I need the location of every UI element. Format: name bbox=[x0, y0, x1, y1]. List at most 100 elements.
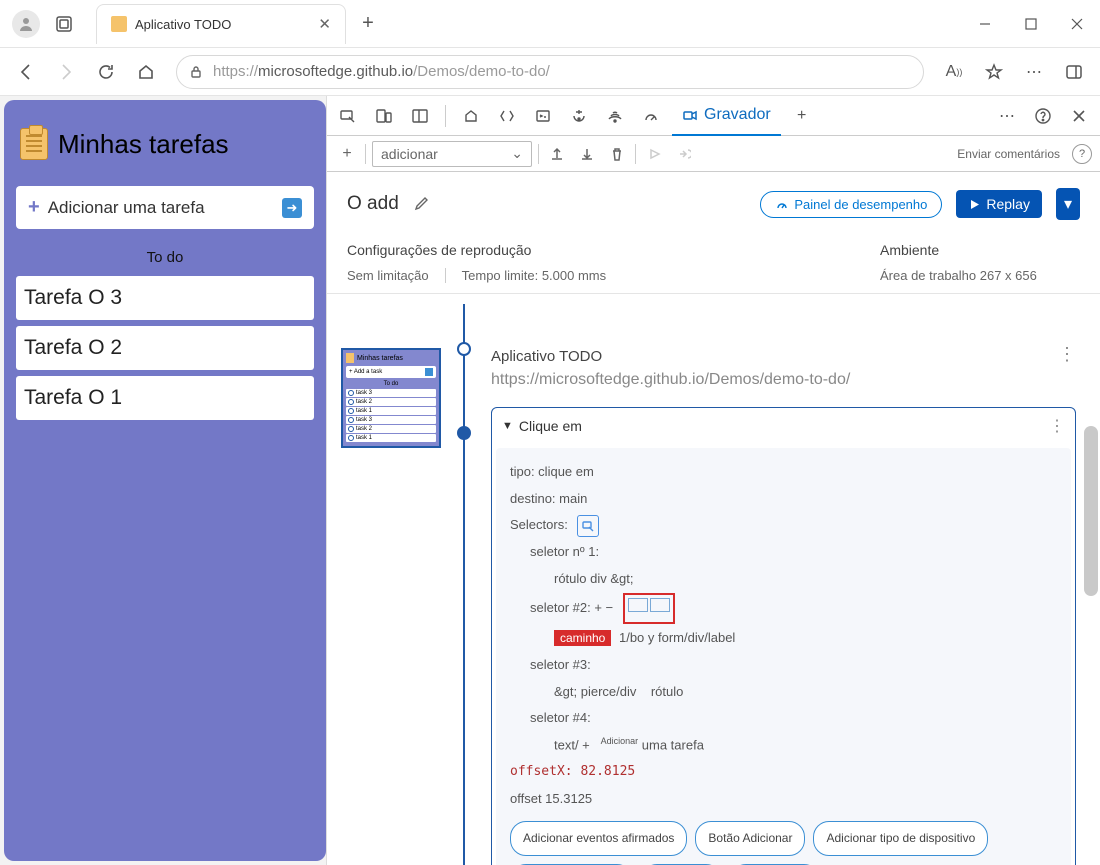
performance-tab-icon[interactable] bbox=[636, 101, 666, 131]
feedback-link[interactable]: Enviar comentários bbox=[957, 147, 1060, 161]
field-selectors: Selectors: bbox=[510, 513, 1057, 538]
selector-2-input-highlight[interactable] bbox=[623, 593, 675, 624]
delete-icon[interactable] bbox=[605, 142, 629, 166]
xpath-badge: caminho bbox=[554, 630, 611, 646]
lock-icon bbox=[189, 65, 203, 79]
forward-button bbox=[48, 54, 84, 90]
recording-dropdown[interactable]: adicionar⌄ bbox=[372, 141, 532, 167]
timeout-value[interactable]: Tempo limite: 5.000 mms bbox=[462, 268, 607, 283]
network-tab-icon[interactable] bbox=[600, 101, 630, 131]
tab-close-icon[interactable]: ✕ bbox=[318, 15, 331, 33]
clipboard-icon bbox=[20, 128, 48, 160]
timeline-line bbox=[463, 304, 465, 865]
offset-x: offsetX: 82.8125 bbox=[510, 760, 1057, 785]
recorder-tab[interactable]: Gravador bbox=[672, 96, 781, 136]
plus-icon: + bbox=[28, 196, 40, 219]
add-task-input[interactable]: + Adicionar uma tarefa ➜ bbox=[16, 186, 314, 229]
read-aloud-icon[interactable]: A)) bbox=[936, 54, 972, 90]
add-task-placeholder: Adicionar uma tarefa bbox=[48, 198, 282, 218]
task-item[interactable]: Tarefa O 2 bbox=[16, 326, 314, 370]
help-icon[interactable] bbox=[1028, 101, 1058, 131]
chip-add-button[interactable]: Botão Adicionar bbox=[695, 821, 805, 856]
sidebar-toggle-icon[interactable] bbox=[1056, 54, 1092, 90]
add-tab-button[interactable]: + bbox=[787, 101, 817, 131]
window-close-button[interactable] bbox=[1054, 4, 1100, 44]
chip-add-asserted[interactable]: Adicionar eventos afirmados bbox=[510, 821, 687, 856]
scrollbar-thumb[interactable] bbox=[1084, 426, 1098, 596]
back-button[interactable] bbox=[8, 54, 44, 90]
gauge-icon bbox=[775, 197, 789, 211]
new-recording-button[interactable]: + bbox=[335, 142, 359, 166]
window-titlebar: Aplicativo TODO ✕ + bbox=[0, 0, 1100, 48]
window-minimize-button[interactable] bbox=[962, 4, 1008, 44]
replay-settings: Configurações de reprodução Sem limitaçã… bbox=[327, 236, 1100, 294]
import-icon[interactable] bbox=[575, 142, 599, 166]
selector-4-value[interactable]: text/ + Adicionar uma tarefa bbox=[510, 733, 1057, 758]
sources-tab-icon[interactable] bbox=[564, 101, 594, 131]
feedback-help-icon[interactable]: ? bbox=[1072, 144, 1092, 164]
export-icon[interactable] bbox=[545, 142, 569, 166]
address-bar[interactable]: https://microsoftedge.github.io/Demos/de… bbox=[176, 55, 924, 89]
recording-name: O add bbox=[347, 193, 399, 215]
replay-settings-title: Configurações de reprodução bbox=[347, 242, 880, 258]
step-icon bbox=[672, 142, 696, 166]
window-maximize-button[interactable] bbox=[1008, 4, 1054, 44]
offset-y: offset 15.3125 bbox=[510, 787, 1057, 812]
task-item[interactable]: Tarefa O 1 bbox=[16, 376, 314, 420]
more-tools-icon[interactable]: ⋯ bbox=[992, 101, 1022, 131]
replay-button[interactable]: Replay bbox=[956, 190, 1042, 218]
home-button[interactable] bbox=[128, 54, 164, 90]
field-target: destino: main bbox=[510, 487, 1057, 512]
welcome-tab-icon[interactable] bbox=[456, 101, 486, 131]
device-icon[interactable] bbox=[369, 101, 399, 131]
step-click-card: ▼ Clique em ⋮ tipo: clique em destino: m… bbox=[491, 407, 1076, 865]
workspaces-icon[interactable] bbox=[50, 10, 78, 38]
timeline-node-active[interactable] bbox=[457, 426, 471, 440]
screenshot-thumbnail[interactable]: Minhas tarefas + Add a task To do task 3… bbox=[341, 348, 441, 448]
recording-timeline: Minhas tarefas + Add a task To do task 3… bbox=[327, 294, 1100, 865]
more-icon[interactable]: ⋯ bbox=[1016, 54, 1052, 90]
todo-app-panel: Minhas tarefas + Adicionar uma tarefa ➜ … bbox=[4, 100, 326, 861]
submit-task-button[interactable]: ➜ bbox=[282, 198, 302, 218]
selector-2-value[interactable]: caminho 1/bo y form/div/label bbox=[510, 626, 1057, 651]
step-url: https://microsoftedge.github.io/Demos/de… bbox=[491, 369, 1076, 407]
elements-tab-icon[interactable] bbox=[492, 101, 522, 131]
play-icon bbox=[968, 198, 981, 211]
devtools-panel: Gravador + ⋯ + adicionar⌄ Enviar comentá… bbox=[326, 96, 1100, 865]
selector-3-value[interactable]: &gt; pierce/div rótulo bbox=[510, 680, 1057, 705]
favorite-icon[interactable] bbox=[976, 54, 1012, 90]
edit-name-icon[interactable] bbox=[413, 196, 429, 212]
tab-favicon bbox=[111, 16, 127, 32]
selector-picker-icon[interactable] bbox=[577, 515, 599, 537]
console-tab-icon[interactable] bbox=[528, 101, 558, 131]
task-item[interactable]: Tarefa O 3 bbox=[16, 276, 314, 320]
performance-panel-button[interactable]: Painel de desempenho bbox=[760, 191, 942, 218]
selector-4-label: seletor #4: bbox=[510, 706, 1057, 731]
field-type: tipo: clique em bbox=[510, 460, 1057, 485]
selector-2-label: seletor #2: + − bbox=[510, 593, 1057, 624]
profile-avatar[interactable] bbox=[12, 10, 40, 38]
panel-icon[interactable] bbox=[405, 101, 435, 131]
throttle-value[interactable]: Sem limitação bbox=[347, 268, 429, 283]
chip-add-device[interactable]: Adicionar tipo de dispositivo bbox=[813, 821, 988, 856]
selector-1-value[interactable]: rótulo div &gt; bbox=[510, 567, 1057, 592]
action-chips: Adicionar eventos afirmados Botão Adicio… bbox=[510, 821, 1057, 865]
step-menu-icon[interactable]: ⋮ bbox=[1058, 344, 1076, 365]
refresh-button[interactable] bbox=[88, 54, 124, 90]
close-devtools-icon[interactable] bbox=[1064, 101, 1094, 131]
app-title: Minhas tarefas bbox=[58, 129, 229, 160]
selector-1-label: seletor nº 1: bbox=[510, 540, 1057, 565]
timeline-node[interactable] bbox=[457, 342, 471, 356]
recording-header: O add Painel de desempenho Replay ▾ bbox=[327, 172, 1100, 236]
replay-options-button[interactable]: ▾ bbox=[1056, 188, 1080, 220]
inspect-icon[interactable] bbox=[333, 101, 363, 131]
step-click-header[interactable]: ▼ Clique em ⋮ bbox=[492, 408, 1075, 444]
selector-3-label: seletor #3: bbox=[510, 653, 1057, 678]
browser-tab[interactable]: Aplicativo TODO ✕ bbox=[96, 4, 346, 44]
section-title: To do bbox=[16, 249, 314, 266]
step-menu-icon[interactable]: ⋮ bbox=[1049, 416, 1065, 436]
new-tab-button[interactable]: + bbox=[352, 8, 384, 40]
step-navigate[interactable]: ⋮ Aplicativo TODO https://microsoftedge.… bbox=[491, 344, 1076, 407]
url-text: https://microsoftedge.github.io/Demos/de… bbox=[213, 63, 550, 80]
collapse-triangle-icon[interactable]: ▼ bbox=[502, 420, 513, 432]
